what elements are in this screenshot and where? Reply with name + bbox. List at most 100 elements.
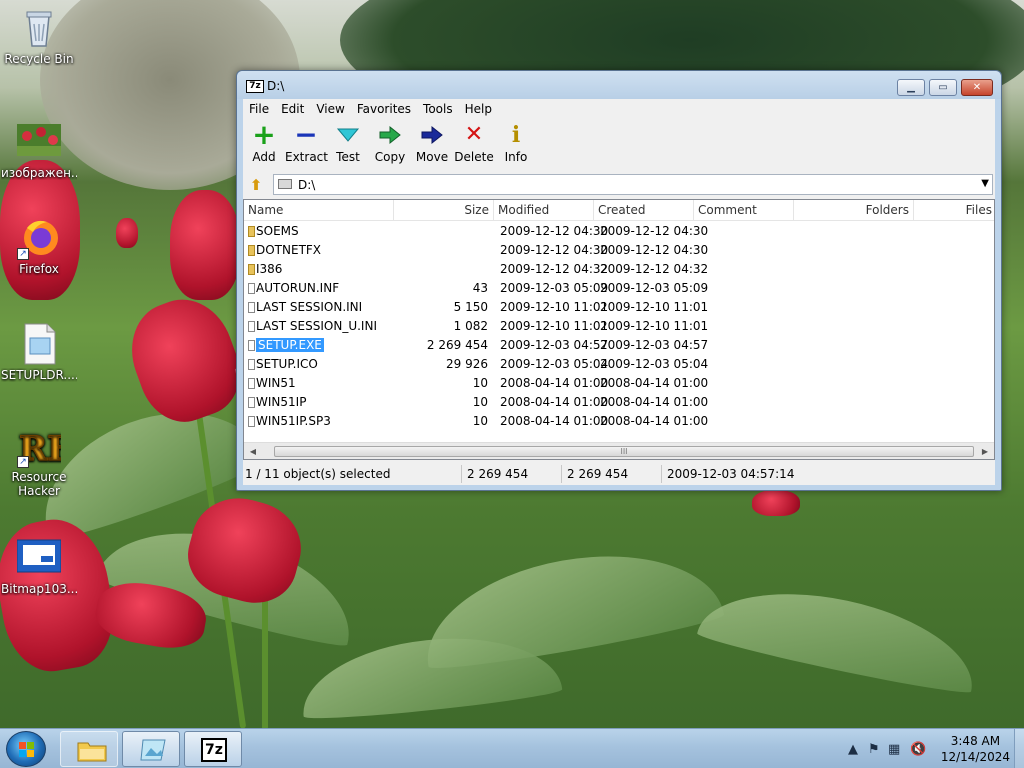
- row-modified: 2009-12-12 04:32: [500, 262, 609, 276]
- column-header-files[interactable]: Files: [914, 200, 994, 221]
- explorer-icon: [77, 738, 107, 762]
- folder-icon: [248, 264, 255, 275]
- desktop-icon-bitmap[interactable]: Bitmap103....: [1, 536, 77, 596]
- table-row[interactable]: WIN51IP 10 2008-04-14 01:00 2008-04-14 0…: [244, 393, 994, 412]
- table-row[interactable]: SETUP.ICO 29 926 2009-12-03 05:04 2009-1…: [244, 355, 994, 374]
- scrollbar-thumb[interactable]: III: [274, 446, 974, 457]
- move-button[interactable]: Move: [411, 120, 453, 170]
- table-row[interactable]: DOTNETFX 2009-12-12 04:30 2009-12-12 04:…: [244, 241, 994, 260]
- desktop-icon-setupldr[interactable]: SETUPLDR....: [1, 322, 77, 382]
- row-modified: 2009-12-12 04:30: [500, 243, 609, 257]
- extract-label: Extract: [285, 150, 328, 164]
- resource-hacker-icon: RH ↗: [17, 424, 80, 470]
- table-row[interactable]: AUTORUN.INF 43 2009-12-03 05:09 2009-12-…: [244, 279, 994, 298]
- row-created: 2009-12-12 04:30: [600, 224, 709, 238]
- menu-file[interactable]: File: [243, 99, 275, 120]
- show-hidden-icons-icon[interactable]: ▲: [848, 742, 858, 757]
- desktop-icon-recycle-bin[interactable]: Recycle Bin: [1, 6, 77, 66]
- column-header-comment[interactable]: Comment: [694, 200, 794, 221]
- row-name-text: AUTORUN.INF: [256, 281, 340, 295]
- info-icon: i: [511, 122, 521, 148]
- table-row[interactable]: LAST SESSION_U.INI 1 082 2009-12-10 11:0…: [244, 317, 994, 336]
- chevron-down-icon[interactable]: ▼: [981, 178, 989, 189]
- row-size: 10: [472, 395, 488, 409]
- table-row[interactable]: LAST SESSION.INI 5 150 2009-12-10 11:01 …: [244, 298, 994, 317]
- test-label: Test: [336, 150, 360, 164]
- table-row[interactable]: WIN51IP.SP3 10 2008-04-14 01:00 2008-04-…: [244, 412, 994, 431]
- image-file-icon: [17, 120, 61, 164]
- menu-tools[interactable]: Tools: [417, 99, 459, 120]
- row-created: 2009-12-03 05:09: [600, 281, 709, 295]
- add-button[interactable]: + Add: [243, 120, 285, 170]
- add-label: Add: [252, 150, 276, 164]
- row-size: [394, 222, 488, 241]
- clock[interactable]: 3:48 AM 12/14/2024: [941, 733, 1010, 765]
- table-row[interactable]: SOEMS 2009-12-12 04:30 2009-12-12 04:30: [244, 222, 994, 241]
- horizontal-scrollbar[interactable]: ◀ III ▶: [244, 442, 994, 459]
- address-bar[interactable]: D:\ ▼: [273, 174, 993, 195]
- taskbar-explorer-button[interactable]: [60, 731, 118, 767]
- row-name-text: SOEMS: [256, 224, 299, 238]
- table-row[interactable]: WIN51 10 2008-04-14 01:00 2008-04-14 01:…: [244, 374, 994, 393]
- start-button[interactable]: [6, 731, 46, 767]
- minimize-button[interactable]: ▁: [897, 79, 925, 96]
- 7zip-app-icon[interactable]: 7z: [246, 80, 264, 93]
- row-name: I386: [248, 260, 394, 279]
- test-button[interactable]: Test: [327, 120, 369, 170]
- delete-button[interactable]: ✕ Delete: [453, 120, 495, 170]
- recycle-bin-icon: [17, 6, 61, 50]
- row-name-text: LAST SESSION.INI: [256, 300, 363, 314]
- column-header-modified[interactable]: Modified: [494, 200, 594, 221]
- close-button[interactable]: ✕: [961, 79, 993, 96]
- taskbar-image-viewer-button[interactable]: [122, 731, 180, 767]
- row-modified: 2009-12-10 11:01: [500, 319, 609, 333]
- desktop-icon-resource-hacker[interactable]: RH ↗ Resource Hacker: [1, 424, 80, 498]
- row-created: 2009-12-10 11:01: [600, 300, 709, 314]
- row-created: 2008-04-14 01:00: [600, 395, 709, 409]
- title-bar[interactable]: 7z D:\ ▁ ▭ ✕: [237, 71, 1001, 99]
- extract-button[interactable]: − Extract: [285, 120, 328, 170]
- desktop-icon-image[interactable]: изображен...: [1, 120, 77, 180]
- row-name: SOEMS: [248, 222, 394, 241]
- show-desktop-button[interactable]: [1014, 729, 1024, 768]
- file-list[interactable]: Name Size Modified Created Comment Folde…: [243, 199, 995, 460]
- desktop-icon-firefox[interactable]: ↗ Firefox: [1, 216, 77, 276]
- row-modified: 2009-12-12 04:30: [500, 224, 609, 238]
- shortcut-arrow-icon: ↗: [17, 248, 29, 260]
- menu-edit[interactable]: Edit: [275, 99, 310, 120]
- file-icon: [248, 340, 255, 351]
- file-icon: [248, 302, 255, 313]
- volume-muted-icon[interactable]: 🔇: [910, 742, 926, 757]
- menu-view[interactable]: View: [310, 99, 350, 120]
- row-size: 10: [472, 414, 488, 428]
- file-icon: [248, 416, 255, 427]
- menu-help[interactable]: Help: [459, 99, 498, 120]
- table-row[interactable]: I386 2009-12-12 04:32 2009-12-12 04:32: [244, 260, 994, 279]
- info-button[interactable]: i Info: [495, 120, 537, 170]
- address-row: ⬆ D:\ ▼: [243, 172, 995, 197]
- taskbar-7zip-button[interactable]: 7z: [184, 731, 242, 767]
- column-header-folders[interactable]: Folders: [794, 200, 914, 221]
- column-header-created[interactable]: Created: [594, 200, 694, 221]
- windows-logo-icon: [19, 742, 35, 758]
- table-row-selected[interactable]: SETUP.EXE 2 269 454 2009-12-03 04:57 200…: [244, 336, 994, 355]
- scroll-right-icon[interactable]: ▶: [978, 445, 992, 458]
- menu-favorites[interactable]: Favorites: [351, 99, 417, 120]
- column-header-size[interactable]: Size: [394, 200, 494, 221]
- row-name: LAST SESSION.INI: [248, 298, 394, 317]
- column-header-name[interactable]: Name: [244, 200, 394, 221]
- row-size: 43: [472, 281, 488, 295]
- network-icon[interactable]: ▦: [888, 742, 900, 757]
- row-name: SETUP.ICO: [248, 355, 394, 374]
- file-icon: [248, 378, 255, 389]
- row-modified: 2009-12-03 04:57: [500, 338, 609, 352]
- row-size: 5 150: [453, 300, 488, 314]
- copy-button[interactable]: Copy: [369, 120, 411, 170]
- file-icon: [17, 322, 61, 366]
- scroll-left-icon[interactable]: ◀: [246, 445, 260, 458]
- delete-icon: ✕: [464, 122, 484, 147]
- desktop-icon-label: изображен...: [1, 166, 77, 180]
- up-folder-button[interactable]: ⬆: [246, 175, 266, 195]
- action-center-flag-icon[interactable]: ⚑: [868, 742, 880, 757]
- maximize-button[interactable]: ▭: [929, 79, 957, 96]
